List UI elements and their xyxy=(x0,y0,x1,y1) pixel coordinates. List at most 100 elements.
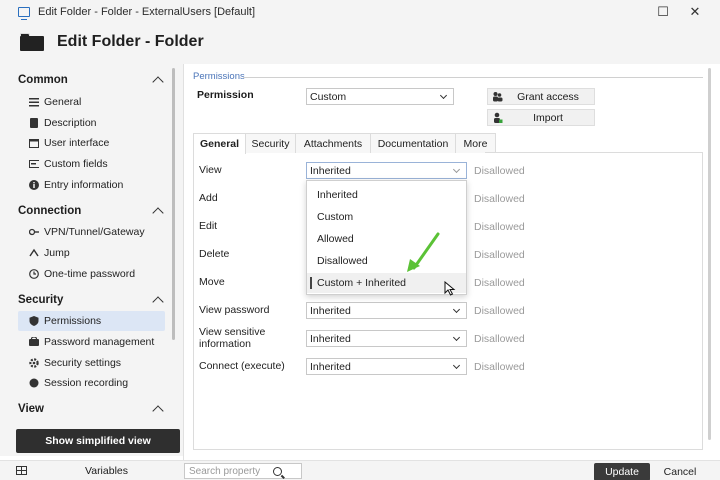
caption-divider xyxy=(243,77,703,78)
section-security-label: Security xyxy=(18,294,64,306)
chevron-up-icon xyxy=(152,296,164,308)
tab-security[interactable]: Security xyxy=(245,133,296,153)
chevron-down-icon xyxy=(439,91,448,100)
vpn-icon xyxy=(29,227,39,237)
sidebar-item-jump[interactable]: Jump xyxy=(18,243,165,263)
row-label-connect: Connect (execute) xyxy=(199,360,285,372)
view-state: Disallowed xyxy=(474,165,525,177)
tab-documentation[interactable]: Documentation xyxy=(370,133,456,153)
grant-access-button[interactable]: Grant access xyxy=(487,88,595,105)
app-window-icon xyxy=(18,7,30,20)
add-state: Disallowed xyxy=(474,193,525,205)
grid-icon[interactable] xyxy=(16,466,27,475)
close-window-button[interactable]: ✕ xyxy=(687,4,703,20)
chevron-down-icon xyxy=(452,333,461,342)
shield-icon xyxy=(29,316,39,326)
title-bar: Edit Folder - Folder - ExternalUsers [De… xyxy=(0,0,720,24)
sidebar-item-label: Entry information xyxy=(44,179,124,191)
info-icon xyxy=(29,180,39,190)
view-sensitive-select[interactable]: Inherited xyxy=(306,330,467,347)
move-state: Disallowed xyxy=(474,277,525,289)
chevron-down-icon xyxy=(452,361,461,370)
sidebar-item-label: One-time password xyxy=(44,268,136,280)
sidebar-item-label: Password management xyxy=(44,336,155,348)
tag-icon xyxy=(29,159,39,169)
section-connection[interactable]: Connection xyxy=(18,202,168,220)
window-icon xyxy=(29,138,39,148)
sidebar-item-entry-information[interactable]: Entry information xyxy=(18,175,165,195)
permission-select[interactable]: Custom xyxy=(306,88,454,105)
description-icon xyxy=(29,118,39,128)
sidebar-item-custom-fields[interactable]: Custom fields xyxy=(18,154,165,174)
connect-value: Inherited xyxy=(310,360,351,373)
section-view-label: View xyxy=(18,403,44,415)
grant-access-label: Grant access xyxy=(517,90,579,103)
permission-label: Permission xyxy=(197,89,254,101)
sidebar-divider xyxy=(183,64,184,460)
sidebar-item-label: Session recording xyxy=(44,377,129,389)
chevron-up-icon xyxy=(152,405,164,417)
tab-more[interactable]: More xyxy=(455,133,496,153)
row-label-view-sensitive: View sensitive information xyxy=(199,326,266,350)
footer-bar: Variables Update Cancel xyxy=(0,460,720,480)
list-icon xyxy=(29,97,39,107)
cancel-button[interactable]: Cancel xyxy=(655,463,705,480)
row-label-add: Add xyxy=(199,192,218,204)
window-title: Edit Folder - Folder - ExternalUsers [De… xyxy=(38,6,256,18)
section-common[interactable]: Common xyxy=(18,71,168,89)
sidebar-item-label: VPN/Tunnel/Gateway xyxy=(44,226,145,238)
chevron-down-icon xyxy=(452,305,461,314)
gear-icon xyxy=(29,358,39,368)
dialog-title: Edit Folder - Folder xyxy=(57,33,204,50)
sidebar-item-label: General xyxy=(44,96,82,108)
show-simplified-view-button[interactable]: Show simplified view xyxy=(16,429,180,453)
delete-state: Disallowed xyxy=(474,249,525,261)
section-security[interactable]: Security xyxy=(18,291,168,309)
clock-icon xyxy=(29,269,39,279)
chevron-up-icon xyxy=(152,76,164,88)
update-button[interactable]: Update xyxy=(594,463,650,480)
sidebar-item-vpn[interactable]: VPN/Tunnel/Gateway xyxy=(18,222,165,242)
view-permission-select[interactable]: Inherited xyxy=(306,162,467,179)
record-icon xyxy=(29,378,39,388)
chevron-down-icon xyxy=(452,165,461,174)
view-select-value: Inherited xyxy=(310,164,351,177)
dropdown-option-custom[interactable]: Custom xyxy=(307,207,466,227)
sidebar-item-description[interactable]: Description xyxy=(18,113,165,133)
sidebar-scrollbar[interactable] xyxy=(172,68,175,340)
variables-button[interactable]: Variables xyxy=(85,465,128,477)
view-password-select[interactable]: Inherited xyxy=(306,302,467,319)
sidebar-item-label: Security settings xyxy=(44,357,122,369)
search-icon[interactable] xyxy=(273,466,282,476)
dropdown-option-inherited[interactable]: Inherited xyxy=(307,185,466,205)
sidebar-item-password-management[interactable]: Password management xyxy=(18,332,165,352)
connect-select[interactable]: Inherited xyxy=(306,358,467,375)
section-view[interactable]: View xyxy=(18,400,168,418)
tab-attachments[interactable]: Attachments xyxy=(295,133,371,153)
import-button[interactable]: Import xyxy=(487,109,595,126)
sidebar-item-security-settings[interactable]: Security settings xyxy=(18,353,165,373)
sidebar-item-one-time-password[interactable]: One-time password xyxy=(18,264,165,284)
jump-icon xyxy=(29,248,39,258)
maximize-button[interactable]: ☐ xyxy=(655,4,671,20)
view-sensitive-state: Disallowed xyxy=(474,333,525,345)
sidebar-item-general[interactable]: General xyxy=(18,92,165,112)
row-label-view-password: View password xyxy=(199,304,270,316)
property-search[interactable] xyxy=(184,463,302,479)
tab-general[interactable]: General xyxy=(193,133,246,154)
content-scrollbar[interactable] xyxy=(708,68,711,440)
search-input[interactable] xyxy=(189,465,273,477)
view-sensitive-value: Inherited xyxy=(310,332,351,345)
view-password-state: Disallowed xyxy=(474,305,525,317)
import-user-icon xyxy=(492,112,503,123)
sidebar-item-label: Jump xyxy=(44,247,70,259)
folder-icon xyxy=(20,33,44,51)
sidebar-item-user-interface[interactable]: User interface xyxy=(18,133,165,153)
sidebar-item-permissions[interactable]: Permissions xyxy=(18,311,165,331)
mouse-cursor-icon xyxy=(444,281,456,296)
import-label: Import xyxy=(533,111,563,124)
row-label-move: Move xyxy=(199,276,225,288)
sidebar-item-label: Description xyxy=(44,117,97,129)
users-icon xyxy=(492,91,503,102)
sidebar-item-session-recording[interactable]: Session recording xyxy=(18,373,165,393)
